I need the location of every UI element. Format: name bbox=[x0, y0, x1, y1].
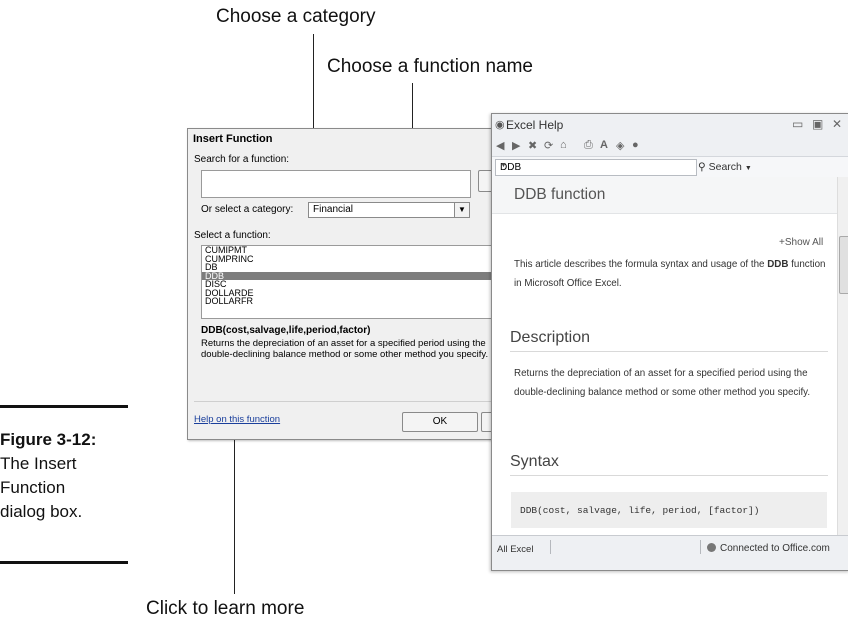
book-icon[interactable]: ◈ bbox=[616, 139, 624, 152]
function-list-item[interactable]: DOLLARFR bbox=[202, 297, 507, 306]
description-paragraph: Returns the depreciation of an asset for… bbox=[514, 368, 811, 398]
help-title-bar: ◉ Excel Help ▭ ▣ ✕ bbox=[492, 114, 848, 136]
scrollbar-thumb[interactable] bbox=[839, 236, 848, 294]
excel-help-window: ◉ Excel Help ▭ ▣ ✕ ◀ ▶ ✖ ⟳ ⌂ ⎙ A ◈ ● DDB… bbox=[491, 113, 848, 571]
dialog-divider bbox=[194, 401, 508, 402]
help-status-bar: All Excel Connected to Office.com bbox=[492, 535, 848, 570]
help-on-this-function-link[interactable]: Help on this function bbox=[194, 414, 280, 425]
help-search-button[interactable]: ⚲ Search ▼ bbox=[698, 161, 752, 173]
refresh-icon[interactable]: ⟳ bbox=[544, 139, 553, 152]
syntax-code: DDB(cost, salvage, life, period, [factor… bbox=[520, 505, 760, 516]
function-list-item[interactable]: DB bbox=[202, 263, 507, 272]
caption-rule-bottom bbox=[0, 561, 128, 564]
function-list[interactable]: CUMIPMT CUMPRINC DB DDB DISC DOLLARDE DO… bbox=[201, 245, 508, 319]
help-intro-paragraph: This article describes the formula synta… bbox=[514, 255, 832, 293]
function-search-input[interactable] bbox=[201, 170, 471, 198]
function-list-item[interactable]: CUMPRINC bbox=[202, 254, 507, 264]
status-divider bbox=[550, 540, 551, 554]
help-search-button-label: Search bbox=[708, 161, 742, 173]
maximize-icon[interactable]: ▣ bbox=[812, 117, 823, 131]
chevron-down-icon: ▼ bbox=[744, 165, 752, 172]
caption-line: dialog box. bbox=[0, 502, 83, 521]
callout-choose-category: Choose a category bbox=[216, 6, 376, 27]
callout-line-learn-more bbox=[234, 422, 235, 594]
help-article-title: DDB function bbox=[514, 186, 606, 203]
help-search-row: DDB ▼ ⚲ Search ▼ bbox=[492, 157, 848, 178]
help-search-input[interactable]: DDB ▼ bbox=[495, 159, 697, 176]
callout-click-to-learn-more: Click to learn more bbox=[146, 598, 305, 619]
help-toolbar: ◀ ▶ ✖ ⟳ ⌂ ⎙ A ◈ ● bbox=[492, 136, 848, 157]
font-size-icon[interactable]: A bbox=[600, 139, 608, 151]
home-icon[interactable]: ⌂ bbox=[560, 139, 567, 151]
figure-caption: Figure 3-12: The Insert Function dialog … bbox=[0, 428, 128, 524]
search-label: Search for a function: bbox=[194, 154, 290, 165]
syntax-heading: Syntax bbox=[510, 453, 828, 476]
callout-choose-function-name: Choose a function name bbox=[327, 56, 533, 77]
help-heading-bar: DDB function bbox=[492, 177, 837, 214]
chevron-down-icon[interactable]: ▼ bbox=[454, 203, 469, 217]
minimize-icon[interactable]: ▭ bbox=[792, 117, 803, 131]
forward-icon[interactable]: ▶ bbox=[512, 139, 520, 152]
show-all-link[interactable]: +Show All bbox=[779, 237, 823, 248]
function-description: Returns the depreciation of an asset for… bbox=[201, 338, 489, 360]
vertical-scrollbar[interactable] bbox=[837, 177, 848, 535]
category-select[interactable]: Financial ▼ bbox=[308, 202, 470, 218]
back-icon[interactable]: ◀ bbox=[496, 139, 504, 152]
close-icon[interactable]: ✕ bbox=[832, 117, 842, 131]
category-label: Or select a category: bbox=[201, 204, 294, 215]
syntax-code-box: DDB(cost, salvage, life, period, [factor… bbox=[511, 492, 827, 528]
chevron-down-icon[interactable]: ▼ bbox=[500, 162, 693, 169]
intro-text: This article describes the formula synta… bbox=[514, 259, 768, 270]
function-syntax: DDB(cost,salvage,life,period,factor) bbox=[201, 325, 371, 336]
caption-line: The Insert bbox=[0, 454, 77, 473]
caption-rule-top bbox=[0, 405, 128, 408]
description-heading: Description bbox=[510, 329, 828, 352]
help-app-icon: ◉ bbox=[495, 119, 505, 131]
function-list-item-selected[interactable]: DDB bbox=[202, 271, 507, 280]
connection-status-label: Connected to Office.com bbox=[720, 543, 830, 554]
search-icon: ⚲ bbox=[698, 161, 706, 173]
stop-icon[interactable]: ✖ bbox=[528, 139, 537, 152]
help-window-title: Excel Help bbox=[506, 118, 564, 132]
insert-function-dialog: Insert Function Search for a function: O… bbox=[187, 128, 513, 440]
figure-number: Figure 3-12: bbox=[0, 430, 97, 449]
dialog-title: Insert Function bbox=[193, 133, 273, 145]
ok-button[interactable]: OK bbox=[402, 412, 478, 432]
category-value: Financial bbox=[313, 204, 354, 215]
globe-icon bbox=[707, 543, 716, 552]
status-divider bbox=[700, 540, 701, 554]
intro-function-name: DDB bbox=[767, 259, 789, 270]
select-function-label: Select a function: bbox=[194, 230, 271, 241]
pin-icon[interactable]: ● bbox=[632, 139, 639, 151]
connection-status[interactable]: Connected to Office.com bbox=[707, 543, 830, 554]
caption-line: Function bbox=[0, 478, 66, 497]
status-scope[interactable]: All Excel bbox=[497, 544, 533, 555]
print-icon[interactable]: ⎙ bbox=[584, 139, 593, 152]
